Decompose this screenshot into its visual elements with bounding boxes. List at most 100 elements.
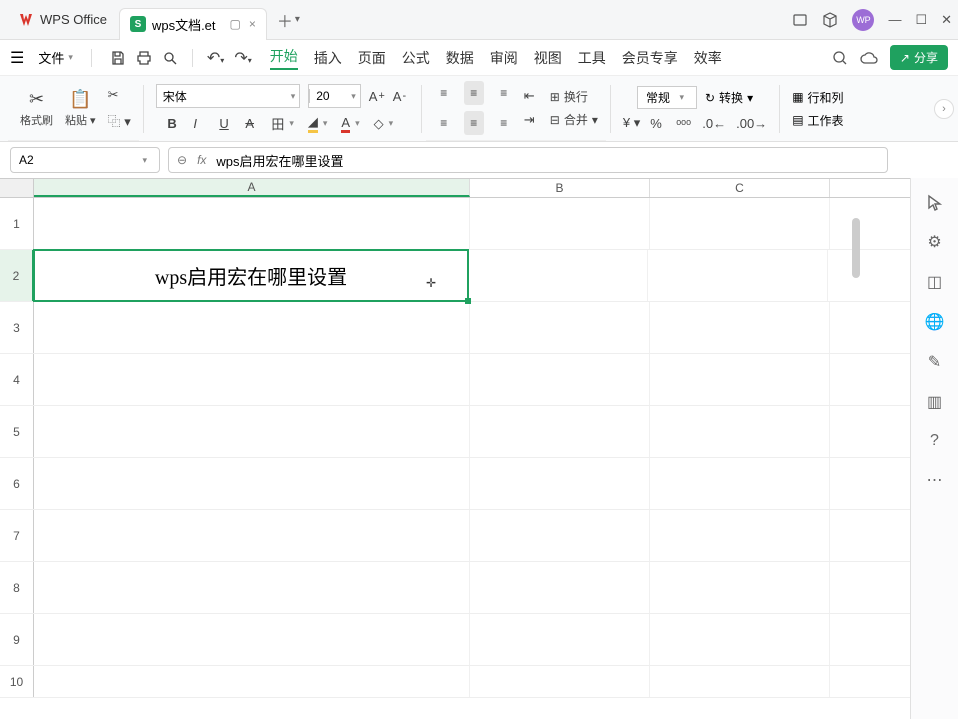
row-header-10[interactable]: 10 bbox=[0, 666, 34, 697]
tab-efficiency[interactable]: 效率 bbox=[694, 48, 722, 68]
font-size-select[interactable]: 20▾ bbox=[308, 84, 361, 108]
select-all-corner[interactable] bbox=[0, 179, 34, 197]
close-tab-icon[interactable]: × bbox=[249, 17, 256, 31]
row-header-5[interactable]: 5 bbox=[0, 406, 34, 457]
cell-C2[interactable] bbox=[648, 250, 828, 301]
ribbon-expand-icon[interactable]: › bbox=[934, 99, 954, 119]
row-header-4[interactable]: 4 bbox=[0, 354, 34, 405]
file-menu[interactable]: 文件▾ bbox=[32, 44, 79, 71]
tab-data[interactable]: 数据 bbox=[446, 48, 474, 68]
present-icon[interactable]: ▢ bbox=[230, 17, 241, 31]
settings-panel-icon[interactable]: ⚙ bbox=[927, 232, 941, 252]
cell-A10[interactable] bbox=[34, 666, 470, 697]
underline-button[interactable]: U bbox=[219, 116, 235, 131]
align-right-icon[interactable]: ≡ bbox=[494, 111, 514, 135]
row-col-button[interactable]: ▦ 行和列 bbox=[792, 89, 843, 106]
cell-B9[interactable] bbox=[470, 614, 650, 665]
row-header-1[interactable]: 1 bbox=[0, 198, 34, 249]
cell-A1[interactable] bbox=[34, 198, 470, 249]
cell-A5[interactable] bbox=[34, 406, 470, 457]
more-icon[interactable]: ⋯ bbox=[927, 470, 943, 490]
print-icon[interactable] bbox=[136, 50, 152, 66]
wrap-text-button[interactable]: ⊞ 换行 bbox=[550, 88, 598, 105]
avatar[interactable]: WP bbox=[852, 9, 874, 31]
cut-icon[interactable]: ✂ bbox=[108, 87, 131, 103]
cell-B8[interactable] bbox=[470, 562, 650, 613]
close-icon[interactable]: ✕ bbox=[941, 12, 952, 28]
cell-C4[interactable] bbox=[650, 354, 830, 405]
save-icon[interactable] bbox=[110, 50, 126, 66]
name-box[interactable]: A2▾ bbox=[10, 147, 160, 173]
cell-B5[interactable] bbox=[470, 406, 650, 457]
row-header-3[interactable]: 3 bbox=[0, 302, 34, 353]
cell-A4[interactable] bbox=[34, 354, 470, 405]
align-bottom-icon[interactable]: ≡ bbox=[494, 81, 514, 105]
select-tool-icon[interactable] bbox=[926, 194, 944, 212]
tab-start[interactable]: 开始 bbox=[270, 46, 298, 70]
cell-B3[interactable] bbox=[470, 302, 650, 353]
increase-font-icon[interactable]: A+ bbox=[369, 89, 385, 104]
row-header-2[interactable]: 2 bbox=[0, 250, 34, 301]
cell-A8[interactable] bbox=[34, 562, 470, 613]
cell-C9[interactable] bbox=[650, 614, 830, 665]
library-panel-icon[interactable]: ▥ bbox=[927, 392, 942, 412]
align-center-icon[interactable]: ≡ bbox=[464, 111, 484, 135]
col-header-C[interactable]: C bbox=[650, 179, 830, 197]
tab-tools[interactable]: 工具 bbox=[578, 48, 606, 68]
percent-icon[interactable]: % bbox=[650, 115, 666, 131]
tab-page[interactable]: 页面 bbox=[358, 48, 386, 68]
maximize-icon[interactable]: ☐ bbox=[915, 12, 927, 28]
border-button[interactable]: 田▾ bbox=[271, 114, 298, 133]
cell-C5[interactable] bbox=[650, 406, 830, 457]
row-header-7[interactable]: 7 bbox=[0, 510, 34, 561]
thousand-icon[interactable]: ᵒᵒᵒ bbox=[676, 115, 692, 131]
cell-B10[interactable] bbox=[470, 666, 650, 697]
new-tab-button[interactable]: ＋▾ bbox=[277, 8, 300, 32]
cell-C8[interactable] bbox=[650, 562, 830, 613]
cell-C7[interactable] bbox=[650, 510, 830, 561]
currency-icon[interactable]: ¥ ▾ bbox=[623, 115, 640, 131]
font-color-button[interactable]: A▾ bbox=[341, 115, 363, 133]
bold-button[interactable]: B bbox=[167, 116, 183, 131]
fx-icon[interactable]: fx bbox=[197, 153, 206, 167]
paste-button[interactable]: 📋粘贴 ▾ bbox=[61, 87, 100, 130]
convert-button[interactable]: ↻ 转换 ▾ bbox=[705, 89, 753, 106]
help-icon[interactable]: ? bbox=[930, 432, 939, 450]
row-header-9[interactable]: 9 bbox=[0, 614, 34, 665]
row-header-8[interactable]: 8 bbox=[0, 562, 34, 613]
worksheet-button[interactable]: ▤ 工作表 bbox=[792, 112, 843, 129]
cell-B6[interactable] bbox=[470, 458, 650, 509]
formula-input[interactable]: ⊖ fx wps启用宏在哪里设置 bbox=[168, 147, 888, 173]
italic-button[interactable]: I bbox=[193, 116, 209, 131]
merge-cells-button[interactable]: ⊟ 合并 ▾ bbox=[550, 111, 598, 128]
fill-color-button[interactable]: ◢▾ bbox=[308, 114, 332, 133]
sheet[interactable]: ABC 12wps启用宏在哪里设置345678910 ✛ bbox=[0, 178, 910, 719]
decrease-decimal-icon[interactable]: .0← bbox=[702, 115, 726, 131]
cloud-icon[interactable] bbox=[860, 51, 878, 65]
clear-format-button[interactable]: ◇▾ bbox=[374, 116, 398, 132]
font-name-select[interactable]: 宋体▾ bbox=[156, 84, 301, 108]
style-panel-icon[interactable]: ◫ bbox=[927, 272, 942, 292]
cell-A2[interactable]: wps启用宏在哪里设置 bbox=[33, 249, 469, 302]
tools-panel-icon[interactable]: ✎ bbox=[928, 352, 941, 372]
hamburger-icon[interactable]: ☰ bbox=[10, 48, 24, 68]
undo-icon[interactable]: ↶▾ bbox=[207, 48, 224, 68]
cancel-formula-icon[interactable]: ⊖ bbox=[177, 153, 187, 167]
cell-A9[interactable] bbox=[34, 614, 470, 665]
increase-decimal-icon[interactable]: .00→ bbox=[736, 115, 767, 131]
align-top-icon[interactable]: ≡ bbox=[434, 81, 454, 105]
strike-button[interactable]: A bbox=[245, 116, 261, 131]
number-format-select[interactable]: 常规▾ bbox=[637, 86, 697, 109]
tab-review[interactable]: 审阅 bbox=[490, 48, 518, 68]
minimize-icon[interactable]: — bbox=[888, 12, 901, 28]
decrease-font-icon[interactable]: A- bbox=[393, 89, 409, 104]
cell-A3[interactable] bbox=[34, 302, 470, 353]
preview-icon[interactable] bbox=[162, 50, 178, 66]
cell-B4[interactable] bbox=[470, 354, 650, 405]
tab-view[interactable]: 视图 bbox=[534, 48, 562, 68]
cell-C6[interactable] bbox=[650, 458, 830, 509]
cell-A6[interactable] bbox=[34, 458, 470, 509]
tab-member[interactable]: 会员专享 bbox=[622, 48, 678, 68]
increase-indent-icon[interactable]: ⇥ bbox=[524, 112, 540, 128]
document-tab[interactable]: S wps文档.et ▢ × bbox=[119, 8, 267, 40]
